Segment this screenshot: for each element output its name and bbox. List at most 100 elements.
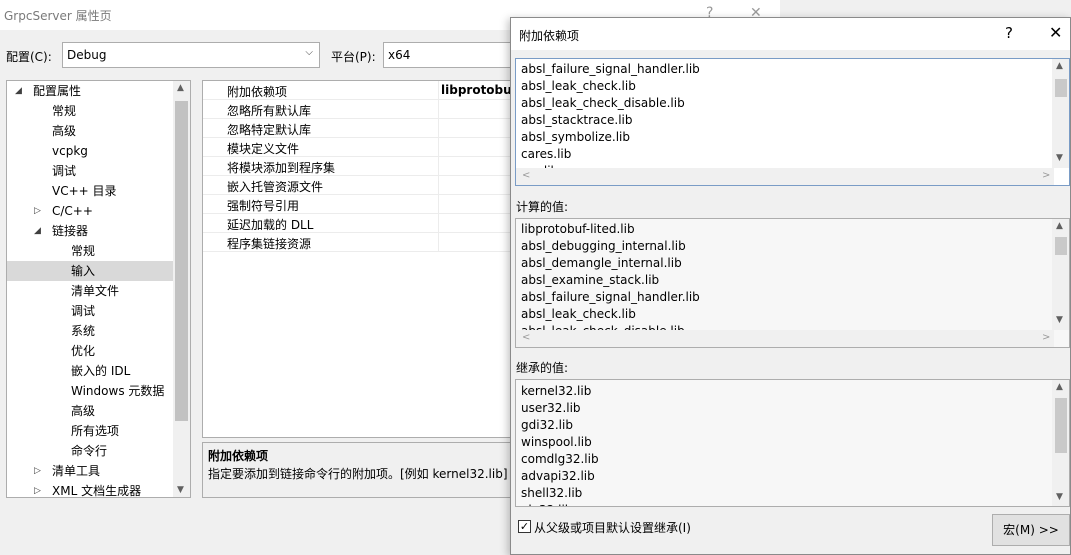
- list-item: kernel32.lib: [521, 384, 592, 398]
- tree-item[interactable]: Windows 元数据: [7, 381, 173, 401]
- scroll-right-icon[interactable]: >: [1042, 332, 1050, 343]
- description-title: 附加依赖项: [208, 449, 269, 463]
- tree-item[interactable]: 高级: [7, 401, 173, 421]
- edit-scroll-thumb[interactable]: [1055, 79, 1067, 97]
- tree-item[interactable]: ▷ XML 文档生成器: [7, 481, 173, 497]
- list-item: ole32.lib: [521, 503, 572, 506]
- tree-item[interactable]: 调试: [7, 161, 173, 181]
- tree-item[interactable]: 输入: [7, 261, 173, 281]
- tree-item[interactable]: ▷ 清单工具: [7, 461, 173, 481]
- collapse-icon[interactable]: ◢: [34, 221, 41, 241]
- computed-values-list[interactable]: libprotobuf-lited.lib absl_debugging_inte…: [515, 218, 1070, 348]
- tree-item-label: 配置属性: [33, 84, 82, 98]
- tree-item[interactable]: ▷ C/C++: [7, 201, 173, 221]
- property-grid[interactable]: 附加依赖项 libprotobuf 忽略所有默认库 忽略特定默认库 模块定义文件 将模块添…: [202, 80, 522, 438]
- close-icon[interactable]: ✕: [1049, 23, 1062, 42]
- tree-item[interactable]: 常规: [7, 101, 173, 121]
- computed-scroll-thumb[interactable]: [1055, 237, 1067, 255]
- property-row[interactable]: 忽略特定默认库: [203, 119, 521, 138]
- property-row[interactable]: 强制符号引用: [203, 195, 521, 214]
- expand-icon[interactable]: ▷: [34, 461, 41, 481]
- property-row[interactable]: 附加依赖项 libprotobuf: [203, 81, 521, 100]
- property-tree[interactable]: ◢ 配置属性 常规 高级 vcpkg 调试 VC++ 目录 ▷ C/C++ ◢ 链接器 常规 输入 清单文…: [6, 80, 191, 498]
- list-item: user32.lib: [521, 401, 581, 415]
- computed-vscrollbar[interactable]: ▲ ▼: [1052, 219, 1069, 330]
- tree-item[interactable]: 调试: [7, 301, 173, 321]
- tree-item[interactable]: ◢ 配置属性: [7, 81, 173, 101]
- tree-scroll-thumb[interactable]: [175, 101, 188, 421]
- additional-dependencies-dialog: 附加依赖项 ? ✕ absl_failure_signal_handler.li…: [510, 17, 1071, 555]
- inherit-checkbox-label[interactable]: 从父级或项目默认设置继承(I): [534, 519, 691, 536]
- tree-item-label: vcpkg: [52, 144, 88, 158]
- scroll-down-icon[interactable]: ▼: [177, 485, 184, 495]
- list-item: gdi32.lib: [521, 418, 573, 432]
- list-item: absl_leak_check.lib: [521, 307, 636, 321]
- window-title: GrpcServer 属性页: [4, 9, 112, 23]
- tree-item-label: 命令行: [71, 444, 108, 458]
- inherited-values-list[interactable]: kernel32.lib user32.lib gdi32.lib winspool.…: [515, 379, 1070, 507]
- macro-button[interactable]: 宏(M) >>: [992, 514, 1070, 546]
- list-item: absl_stacktrace.lib: [521, 113, 633, 127]
- tree-item-label: 高级: [71, 404, 96, 418]
- scroll-up-icon[interactable]: ▲: [1056, 221, 1063, 231]
- scroll-right-icon[interactable]: >: [1042, 170, 1050, 181]
- tree-item-label: 高级: [52, 124, 77, 138]
- config-select-value: Debug: [67, 48, 107, 62]
- scroll-left-icon[interactable]: <: [522, 170, 530, 181]
- tree-item[interactable]: vcpkg: [7, 141, 173, 161]
- property-name: 延迟加载的 DLL: [227, 218, 314, 232]
- tree-item[interactable]: VC++ 目录: [7, 181, 173, 201]
- tree-item-label: 链接器: [52, 224, 89, 238]
- expand-icon[interactable]: ▷: [34, 481, 41, 497]
- inherit-checkbox[interactable]: ✓: [518, 520, 531, 533]
- property-row[interactable]: 将模块添加到程序集: [203, 157, 521, 176]
- dependencies-edit-box[interactable]: absl_failure_signal_handler.lib absl_leak…: [515, 58, 1070, 186]
- tree-item[interactable]: 高级: [7, 121, 173, 141]
- help-icon[interactable]: ?: [1005, 24, 1013, 42]
- scroll-left-icon[interactable]: <: [522, 332, 530, 343]
- property-value[interactable]: libprotobuf: [441, 83, 517, 97]
- list-item: absl_leak_check_disable.lib: [521, 96, 685, 110]
- property-row[interactable]: 模块定义文件: [203, 138, 521, 157]
- column-divider: [438, 100, 439, 119]
- property-name: 忽略特定默认库: [227, 123, 312, 137]
- property-row[interactable]: 嵌入托管资源文件: [203, 176, 521, 195]
- scroll-down-icon[interactable]: ▼: [1056, 315, 1063, 325]
- tree-item[interactable]: 常规: [7, 241, 173, 261]
- inherited-scroll-thumb[interactable]: [1055, 398, 1067, 453]
- tree-item-label: C/C++: [52, 204, 93, 218]
- tree-item[interactable]: 嵌入的 IDL: [7, 361, 173, 381]
- scroll-down-icon[interactable]: ▼: [1056, 153, 1063, 163]
- collapse-icon[interactable]: ◢: [15, 81, 22, 101]
- scroll-up-icon[interactable]: ▲: [177, 83, 184, 93]
- computed-hscrollbar[interactable]: < >: [516, 330, 1054, 347]
- scroll-up-icon[interactable]: ▲: [1056, 382, 1063, 392]
- platform-select[interactable]: x64: [383, 42, 523, 68]
- tree-item[interactable]: 清单文件: [7, 281, 173, 301]
- platform-select-value: x64: [388, 48, 411, 62]
- property-name: 嵌入托管资源文件: [227, 180, 324, 194]
- property-row[interactable]: 程序集链接资源: [203, 233, 521, 252]
- tree-item[interactable]: 所有选项: [7, 421, 173, 441]
- scroll-up-icon[interactable]: ▲: [1056, 61, 1063, 71]
- inherited-vscrollbar[interactable]: ▲ ▼: [1052, 380, 1069, 506]
- tree-item[interactable]: ◢ 链接器: [7, 221, 173, 241]
- tree-item-label: 清单文件: [71, 284, 120, 298]
- edit-vscrollbar[interactable]: ▲ ▼: [1052, 59, 1069, 168]
- list-item: absl_demangle_internal.lib: [521, 256, 682, 270]
- tree-item[interactable]: 系统: [7, 321, 173, 341]
- config-label: 配置(C):: [6, 50, 52, 64]
- edit-hscrollbar[interactable]: < >: [516, 168, 1054, 185]
- expand-icon[interactable]: ▷: [34, 201, 41, 221]
- property-name: 模块定义文件: [227, 142, 300, 156]
- property-row[interactable]: 忽略所有默认库: [203, 100, 521, 119]
- tree-item-label: 系统: [71, 324, 96, 338]
- tree-item[interactable]: 命令行: [7, 441, 173, 461]
- property-row[interactable]: 延迟加载的 DLL: [203, 214, 521, 233]
- tree-item[interactable]: 优化: [7, 341, 173, 361]
- property-name: 忽略所有默认库: [227, 104, 312, 118]
- scroll-down-icon[interactable]: ▼: [1056, 492, 1063, 502]
- tree-item-label: 清单工具: [52, 464, 101, 478]
- tree-scrollbar[interactable]: ▲ ▼: [173, 81, 190, 497]
- config-select[interactable]: Debug ⌵: [62, 42, 320, 68]
